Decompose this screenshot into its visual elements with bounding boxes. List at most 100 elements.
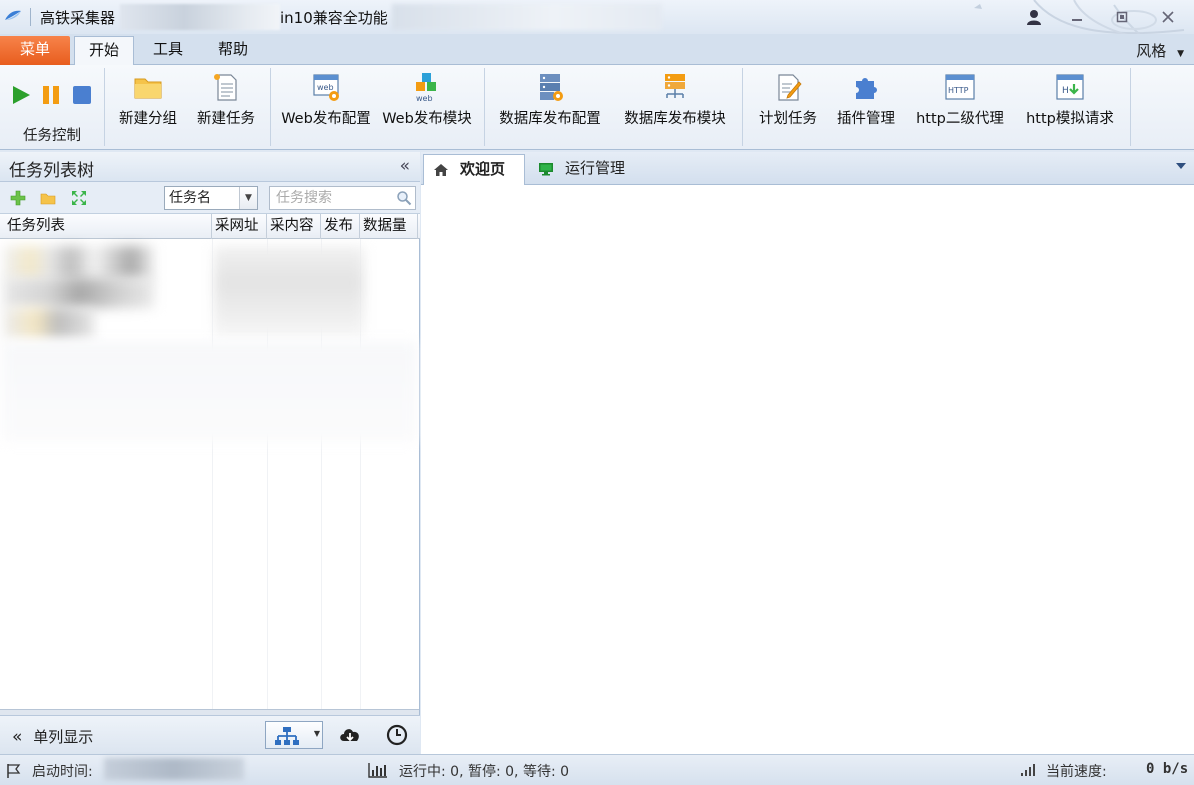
- db-publish-config-label: 数据库发布配置: [499, 111, 601, 127]
- plugin-manage-button[interactable]: 插件管理: [830, 69, 902, 141]
- task-control-group: 任务控制: [0, 65, 104, 149]
- home-icon: [434, 164, 448, 176]
- ribbon-separator: [742, 68, 743, 146]
- tab-run-management[interactable]: 运行管理: [529, 154, 639, 185]
- svg-text:web: web: [317, 83, 334, 92]
- redacted-task-row: [4, 278, 154, 308]
- maximize-icon[interactable]: [1112, 8, 1132, 26]
- web-publish-config-label: Web发布配置: [281, 111, 371, 127]
- title-bar: 高铁采集器 in10兼容全功能: [0, 0, 1194, 63]
- add-icon[interactable]: [10, 190, 26, 206]
- monitor-icon: [539, 163, 553, 176]
- puzzle-icon: [856, 78, 877, 99]
- svg-text:H: H: [1062, 86, 1069, 96]
- tab-welcome-label: 欢迎页: [460, 160, 506, 178]
- column-header-content[interactable]: 采内容: [267, 214, 321, 239]
- tree-view-button[interactable]: ▼: [265, 721, 323, 749]
- stop-icon[interactable]: [71, 83, 93, 107]
- http-request-label: http模拟请求: [1026, 111, 1114, 127]
- app-logo-icon: [5, 10, 21, 20]
- speed-value: 0 b/s: [1146, 761, 1189, 777]
- redacted-start-time: [104, 758, 244, 780]
- column-header-data-count[interactable]: 数据量: [360, 214, 418, 239]
- column-header-publish[interactable]: 发布: [321, 214, 360, 239]
- bar-chart-icon: [368, 763, 387, 778]
- user-icon[interactable]: [1024, 8, 1044, 26]
- style-label: 风格: [1136, 42, 1167, 60]
- redacted-task-values: [214, 246, 364, 336]
- signal-icon: [1021, 764, 1035, 776]
- cloud-download-icon[interactable]: [338, 724, 362, 746]
- tab-list-dropdown-icon[interactable]: [1176, 161, 1186, 171]
- new-group-button[interactable]: 新建分组: [112, 69, 184, 141]
- task-control-label: 任务控制: [23, 128, 81, 144]
- new-group-label: 新建分组: [119, 111, 177, 127]
- http-proxy-label: http二级代理: [916, 111, 1004, 127]
- close-icon[interactable]: [1158, 8, 1178, 26]
- content-tab-bar: 欢迎页 运行管理: [421, 152, 1194, 185]
- task-grid-header: 任务列表 采网址 采内容 发布 数据量: [0, 214, 420, 239]
- redacted-title-area-2: [392, 4, 662, 30]
- style-dropdown[interactable]: 风格 ▼: [1136, 40, 1184, 61]
- title-separator: [30, 8, 31, 26]
- speed-label: 当前速度:: [1046, 764, 1107, 780]
- task-tree-header: 任务列表树 «: [0, 152, 420, 182]
- db-publish-module-button[interactable]: 数据库发布模块: [618, 69, 732, 141]
- tab-tools[interactable]: 工具: [140, 36, 196, 65]
- new-task-button[interactable]: 新建任务: [190, 69, 262, 141]
- task-tree-panel: 任务列表树 « 任务名 ▼ 任务搜索 任务列表 采网址 采内容 发布 数据量 «…: [0, 152, 420, 754]
- pause-icon[interactable]: [40, 83, 62, 107]
- column-header-task-list[interactable]: 任务列表: [0, 214, 212, 239]
- scheduled-task-button[interactable]: 计划任务: [752, 69, 824, 141]
- http-proxy-button[interactable]: HTTP http二级代理: [910, 69, 1010, 141]
- redacted-task-row: [4, 246, 154, 280]
- grid-column-line: [212, 239, 213, 709]
- database-module-icon: [665, 74, 685, 98]
- tab-welcome[interactable]: 欢迎页: [423, 154, 525, 185]
- tab-help[interactable]: 帮助: [204, 36, 262, 65]
- column-header-url[interactable]: 采网址: [212, 214, 267, 239]
- http-request-button[interactable]: H http模拟请求: [1018, 69, 1122, 141]
- clock-icon[interactable]: [385, 724, 409, 746]
- play-icon[interactable]: [10, 83, 32, 107]
- window-title-suffix: in10兼容全功能: [280, 9, 388, 27]
- web-publish-config-button[interactable]: web Web发布配置: [280, 69, 372, 141]
- document-icon: [214, 74, 237, 101]
- window-title: 高铁采集器: [40, 9, 116, 27]
- task-tree-footer: « 单列显示 ▼: [0, 715, 420, 754]
- start-time-label: 启动时间:: [32, 764, 93, 780]
- tab-home[interactable]: 开始: [74, 36, 134, 66]
- ribbon-separator: [104, 68, 105, 146]
- ribbon-separator: [484, 68, 485, 146]
- svg-text:HTTP: HTTP: [948, 86, 969, 95]
- minimize-icon[interactable]: [1067, 8, 1087, 26]
- search-icon[interactable]: [396, 190, 412, 206]
- search-field-select[interactable]: 任务名 ▼: [164, 186, 258, 210]
- chevron-down-icon: ▼: [239, 187, 257, 209]
- chevron-down-icon: ▼: [313, 729, 320, 738]
- web-publish-module-button[interactable]: web Web发布模块: [380, 69, 474, 141]
- db-publish-config-button[interactable]: 数据库发布配置: [494, 69, 606, 141]
- database-config-icon: [540, 74, 563, 101]
- chevron-down-icon: ▼: [1177, 49, 1184, 59]
- task-search-input[interactable]: 任务搜索: [269, 186, 416, 210]
- search-placeholder: 任务搜索: [276, 190, 332, 206]
- status-bar: 启动时间: 运行中: 0, 暂停: 0, 等待: 0 当前速度: 0 b/s: [0, 754, 1194, 785]
- ribbon-separator: [270, 68, 271, 146]
- double-chevron-left-icon: «: [12, 727, 23, 747]
- tab-menu[interactable]: 菜单: [0, 36, 70, 65]
- single-column-toggle[interactable]: « 单列显示: [12, 726, 93, 747]
- ribbon-toolbar: 任务控制 新建分组 新建任务 web Web发布配置 web Web发布模块 数…: [0, 65, 1194, 150]
- task-tree-title: 任务列表树: [9, 161, 94, 181]
- folder-icon[interactable]: [40, 190, 56, 206]
- scheduled-task-label: 计划任务: [759, 111, 817, 127]
- collapse-panel-icon[interactable]: «: [400, 156, 410, 176]
- flag-icon: [7, 764, 21, 778]
- web-module-icon: web: [416, 73, 436, 103]
- edit-document-icon: [778, 74, 802, 101]
- http-icon: HTTP: [945, 74, 975, 100]
- expand-icon[interactable]: [71, 190, 87, 206]
- run-status-text: 运行中: 0, 暂停: 0, 等待: 0: [399, 764, 570, 780]
- svg-text:web: web: [416, 94, 433, 103]
- new-task-label: 新建任务: [197, 111, 255, 127]
